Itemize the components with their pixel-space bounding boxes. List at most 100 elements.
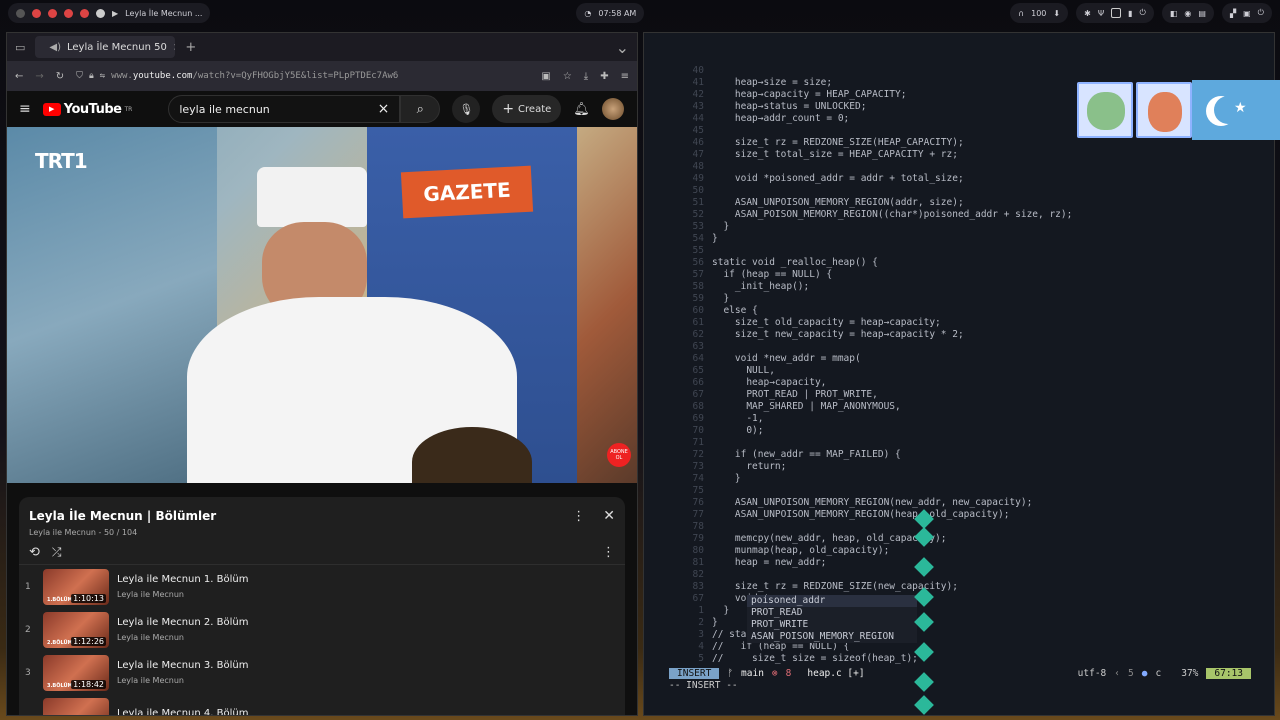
pip-icon[interactable]: ▣ bbox=[541, 71, 550, 82]
voice-search-button[interactable]: 🎙︎ bbox=[452, 95, 481, 123]
avatar[interactable] bbox=[601, 98, 624, 120]
tray-pill[interactable]: ✱ Ψ ▮ ⏻ bbox=[1076, 3, 1154, 23]
code-line[interactable]: 81 heap = new_addr; bbox=[674, 557, 1072, 569]
downloads-icon[interactable]: ⤓ bbox=[584, 71, 588, 82]
completion-item[interactable]: poisoned_addr bbox=[747, 595, 917, 607]
clipboard-icon[interactable]: ▤ bbox=[1198, 9, 1206, 18]
code-line[interactable]: 82 bbox=[674, 569, 1072, 581]
forward-icon[interactable]: → bbox=[35, 71, 43, 82]
code-line[interactable]: 45 bbox=[674, 125, 1072, 137]
window-icon[interactable] bbox=[1111, 8, 1122, 18]
loop-icon[interactable]: ⟲ bbox=[29, 545, 40, 560]
volume-pill[interactable]: ∩ 100 ⬇ bbox=[1010, 3, 1069, 23]
code-line[interactable]: 78 bbox=[674, 521, 1072, 533]
playlist-item[interactable]: 2 2.BÖLÜM 1:12:26 Leyla ile Mecnun 2. Bölüm… bbox=[19, 608, 625, 651]
session-pill[interactable]: ▞ ▣ ⏻ bbox=[1221, 3, 1272, 23]
code-line[interactable]: 67 PROT_READ | PROT_WRITE, bbox=[674, 389, 1072, 401]
layout-icon[interactable]: ▞ bbox=[1230, 9, 1236, 18]
playlist-item[interactable]: Leyla ile Mecnun 4. Bölüm bbox=[19, 694, 625, 716]
close-tab-icon[interactable]: × bbox=[173, 42, 176, 53]
actions-pill[interactable]: ◧ ◉ ▤ bbox=[1161, 3, 1214, 23]
completion-item[interactable]: ASAN_POISON_MEMORY_REGION bbox=[747, 631, 917, 643]
code-line[interactable]: 48 bbox=[674, 161, 1072, 173]
search-input[interactable]: leyla ile mecnun × bbox=[168, 95, 401, 123]
permissions-icon[interactable]: ⇋ bbox=[100, 71, 105, 81]
code-line[interactable]: 54} bbox=[674, 233, 1072, 245]
browser-tab[interactable]: ◀) Leyla İle Mecnun 50 × bbox=[35, 36, 176, 58]
back-icon[interactable]: ← bbox=[15, 71, 23, 82]
active-workspace-dot[interactable] bbox=[96, 8, 105, 18]
code-line[interactable]: 63 bbox=[674, 341, 1072, 353]
tab-list-icon[interactable]: ⌄ bbox=[616, 38, 629, 57]
bookmark-star-icon[interactable]: ☆ bbox=[563, 71, 572, 82]
code-line[interactable]: 41 heap→size = size; bbox=[674, 77, 1072, 89]
code-line[interactable]: 55 bbox=[674, 245, 1072, 257]
color-picker-icon[interactable]: ◉ bbox=[1184, 9, 1191, 18]
video-channel[interactable]: Leyla ile Mecnun bbox=[117, 676, 248, 685]
extensions-icon[interactable]: ✚ bbox=[600, 71, 608, 82]
playlist-more-icon[interactable]: ⋮ bbox=[572, 509, 585, 524]
menu-icon[interactable]: ≡ bbox=[621, 71, 629, 82]
code-line[interactable]: 51 ASAN_UNPOISON_MEMORY_REGION(addr, siz… bbox=[674, 197, 1072, 209]
hamburger-menu-icon[interactable]: ≡ bbox=[19, 101, 31, 117]
completion-item[interactable]: PROT_WRITE bbox=[747, 619, 917, 631]
video-title[interactable]: Leyla ile Mecnun 3. Bölüm bbox=[117, 660, 248, 671]
video-title[interactable]: Leyla ile Mecnun 4. Bölüm bbox=[117, 708, 248, 716]
code-line[interactable]: 66 heap→capacity, bbox=[674, 377, 1072, 389]
code-line[interactable]: 76 ASAN_UNPOISON_MEMORY_REGION(new_addr,… bbox=[674, 497, 1072, 509]
subscribe-badge[interactable]: ABONE OL bbox=[607, 443, 631, 467]
playlist-item[interactable]: 3 3.BÖLÜM 1:18:42 Leyla ile Mecnun 3. Bölüm… bbox=[19, 651, 625, 694]
playlist-title[interactable]: Leyla İle Mecnun | Bölümler bbox=[29, 509, 216, 523]
code-line[interactable]: 42 heap→capacity = HEAP_CAPACITY; bbox=[674, 89, 1072, 101]
video-thumbnail[interactable]: 3.BÖLÜM 1:18:42 bbox=[43, 654, 109, 691]
code-line[interactable]: 43 heap→status = UNLOCKED; bbox=[674, 101, 1072, 113]
code-line[interactable]: 83 size_t rz = REDZONE_SIZE(new_capacity… bbox=[674, 581, 1072, 593]
code-line[interactable]: 57 if (heap == NULL) { bbox=[674, 269, 1072, 281]
screenshot-icon[interactable]: ◧ bbox=[1170, 9, 1178, 18]
video-channel[interactable]: Leyla ile Mecnun bbox=[117, 590, 248, 599]
settings-icon[interactable] bbox=[16, 8, 25, 18]
notifications-bell-icon[interactable]: 🔔︎ bbox=[573, 102, 590, 117]
power-menu-icon[interactable]: ⏻ bbox=[1258, 8, 1264, 18]
code-line[interactable]: 80 munmap(heap, old_capacity); bbox=[674, 545, 1072, 557]
bluetooth-icon[interactable]: ✱ bbox=[1084, 9, 1091, 18]
workspace-dot[interactable] bbox=[64, 8, 73, 18]
search-button[interactable]: ⌕ bbox=[400, 95, 441, 123]
code-line[interactable]: 40 bbox=[674, 65, 1072, 77]
new-tab-button[interactable]: + bbox=[185, 40, 196, 55]
shield-icon[interactable]: ⛉ bbox=[76, 71, 83, 81]
code-line[interactable]: 73 return; bbox=[674, 461, 1072, 473]
code-line[interactable]: 50 bbox=[674, 185, 1072, 197]
code-line[interactable]: 77 ASAN_UNPOISON_MEMORY_REGION(heap, old… bbox=[674, 509, 1072, 521]
url-bar[interactable]: ⛉ 🔒︎ ⇋ www.youtube.com/watch?v=QyFHOGbjY… bbox=[76, 65, 529, 87]
code-line[interactable]: 47 size_t total_size = HEAP_CAPACITY + r… bbox=[674, 149, 1072, 161]
playlist-item[interactable]: 1 1.BÖLÜM 1:10:13 Leyla ile Mecnun 1. Bölüm… bbox=[19, 565, 625, 608]
completion-item[interactable]: PROT_READ bbox=[747, 607, 917, 619]
video-thumbnail[interactable]: 2.BÖLÜM 1:12:26 bbox=[43, 611, 109, 648]
code-line[interactable]: 58 _init_heap(); bbox=[674, 281, 1072, 293]
code-area[interactable]: 40 41 heap→size = size; 42 heap→capacity =… bbox=[674, 65, 1073, 665]
workspace-dot[interactable] bbox=[32, 8, 41, 18]
code-line[interactable]: 64 void *new_addr = mmap( bbox=[674, 353, 1072, 365]
video-thumbnail[interactable]: 1.BÖLÜM 1:10:13 bbox=[43, 568, 109, 605]
clock-pill[interactable]: ◔ 07:58 AM bbox=[576, 3, 645, 23]
playlist-actions-icon[interactable]: ⋮ bbox=[602, 545, 615, 560]
code-line[interactable]: 69 -1, bbox=[674, 413, 1072, 425]
code-line[interactable]: 65 NULL, bbox=[674, 365, 1072, 377]
code-line[interactable]: 62 size_t new_capacity = heap→capacity *… bbox=[674, 329, 1072, 341]
clear-search-icon[interactable]: × bbox=[378, 101, 390, 117]
code-line[interactable]: 68 MAP_SHARED | MAP_ANONYMOUS, bbox=[674, 401, 1072, 413]
power-icon[interactable]: ⏻ bbox=[1140, 8, 1146, 18]
completion-menu[interactable]: poisoned_addr PROT_READ PROT_WRITE ASAN_POI… bbox=[747, 595, 917, 643]
playlist-close-icon[interactable]: ✕ bbox=[603, 508, 615, 524]
workspace-dot[interactable] bbox=[80, 8, 89, 18]
code-line[interactable]: 59 } bbox=[674, 293, 1072, 305]
code-line[interactable]: 70 0); bbox=[674, 425, 1072, 437]
code-line[interactable]: 75 bbox=[674, 485, 1072, 497]
reload-icon[interactable]: ↻ bbox=[56, 71, 64, 82]
code-line[interactable]: 79 memcpy(new_addr, heap, old_capacity); bbox=[674, 533, 1072, 545]
lock-icon[interactable]: 🔒︎ bbox=[89, 71, 94, 81]
code-line[interactable]: 5 // size_t size = sizeof(heap_t); bbox=[674, 653, 1072, 665]
code-line[interactable]: 53 } bbox=[674, 221, 1072, 233]
workspace-pill[interactable]: ▶ Leyla İle Mecnun ... bbox=[8, 3, 211, 23]
